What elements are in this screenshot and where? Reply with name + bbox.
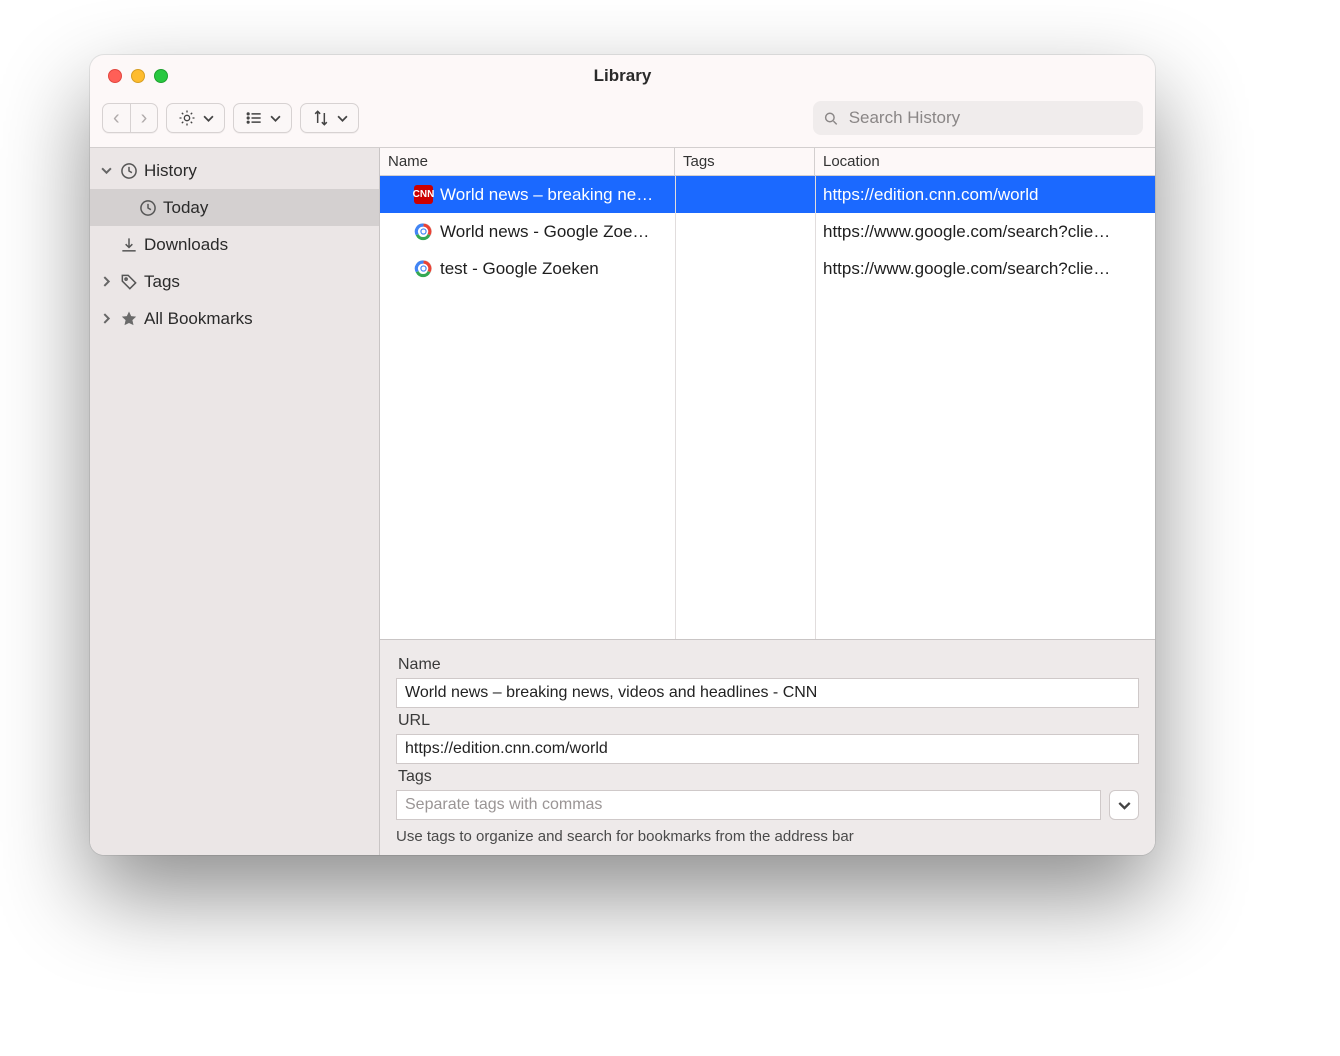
search-field[interactable] [813,101,1143,135]
nav-back-forward: ‹ › [102,103,158,133]
favicon-icon [414,259,433,278]
details-url-label: URL [398,712,1139,730]
library-window: Library ‹ › [90,55,1155,855]
chevron-down-icon [270,113,281,124]
row-location: https://www.google.com/search?clie… [815,259,1155,279]
column-divider[interactable] [675,176,676,639]
table-row[interactable]: test - Google Zoeken https://www.google.… [380,250,1155,287]
details-name-input[interactable] [396,678,1139,708]
back-button[interactable]: ‹ [102,103,131,133]
sidebar: History Today Downloads [90,148,380,855]
sidebar-item-history[interactable]: History [90,152,379,189]
table-rows: CNN World news – breaking ne… https://ed… [380,176,1155,639]
sidebar-item-label: All Bookmarks [144,309,253,329]
search-icon [823,110,839,127]
sidebar-item-today[interactable]: Today [90,189,379,226]
body: History Today Downloads [90,147,1155,855]
organize-menu-button[interactable] [166,103,225,133]
details-panel: Name URL Tags Use tags to organize and s… [380,639,1155,855]
maximize-button[interactable] [154,69,168,83]
column-header-location[interactable]: Location [815,148,1155,175]
chevron-left-icon: ‹ [113,108,120,128]
window-title: Library [90,66,1155,86]
disclosure-triangle-icon[interactable] [98,313,114,324]
details-tags-label: Tags [398,768,1139,786]
column-header-name[interactable]: Name [380,148,675,175]
titlebar: Library [90,55,1155,97]
gear-icon [177,108,197,128]
row-name: World news – breaking ne… [440,185,653,205]
table-header: Name Tags Location [380,148,1155,176]
forward-button[interactable]: › [131,103,159,133]
favicon-icon [414,222,433,241]
sidebar-item-tags[interactable]: Tags [90,263,379,300]
chevron-down-icon [337,113,348,124]
column-header-tags[interactable]: Tags [675,148,815,175]
sidebar-item-all-bookmarks[interactable]: All Bookmarks [90,300,379,337]
row-name: test - Google Zoeken [440,259,599,279]
table-row[interactable]: World news - Google Zoe… https://www.goo… [380,213,1155,250]
chevron-right-icon: › [141,108,148,128]
tags-dropdown-button[interactable] [1109,790,1139,820]
sidebar-item-label: History [144,161,197,181]
main-panel: Name Tags Location CNN World news – brea… [380,148,1155,855]
close-button[interactable] [108,69,122,83]
favicon-icon: CNN [414,185,433,204]
import-export-menu-button[interactable] [300,103,359,133]
search-input[interactable] [847,107,1133,129]
download-icon [117,235,141,255]
details-name-label: Name [398,656,1139,674]
list-icon [244,108,264,128]
tag-icon [117,272,141,292]
clock-icon [117,161,141,181]
sidebar-item-downloads[interactable]: Downloads [90,226,379,263]
sort-arrows-icon [311,108,331,128]
chevron-down-icon [203,113,214,124]
minimize-button[interactable] [131,69,145,83]
sidebar-item-label: Today [163,198,208,218]
sidebar-item-label: Tags [144,272,180,292]
sidebar-item-label: Downloads [144,235,228,255]
row-location: https://www.google.com/search?clie… [815,222,1155,242]
clock-icon [136,198,160,218]
column-divider[interactable] [815,176,816,639]
details-tags-input[interactable] [396,790,1101,820]
details-hint: Use tags to organize and search for book… [396,828,1139,845]
toolbar: ‹ › [90,97,1155,147]
disclosure-triangle-icon[interactable] [98,165,114,176]
star-icon [117,309,141,329]
table-row[interactable]: CNN World news – breaking ne… https://ed… [380,176,1155,213]
chevron-down-icon [1118,799,1131,812]
row-location: https://edition.cnn.com/world [815,185,1155,205]
disclosure-triangle-icon[interactable] [98,276,114,287]
window-controls [108,69,168,83]
details-url-input[interactable] [396,734,1139,764]
views-menu-button[interactable] [233,103,292,133]
row-name: World news - Google Zoe… [440,222,649,242]
